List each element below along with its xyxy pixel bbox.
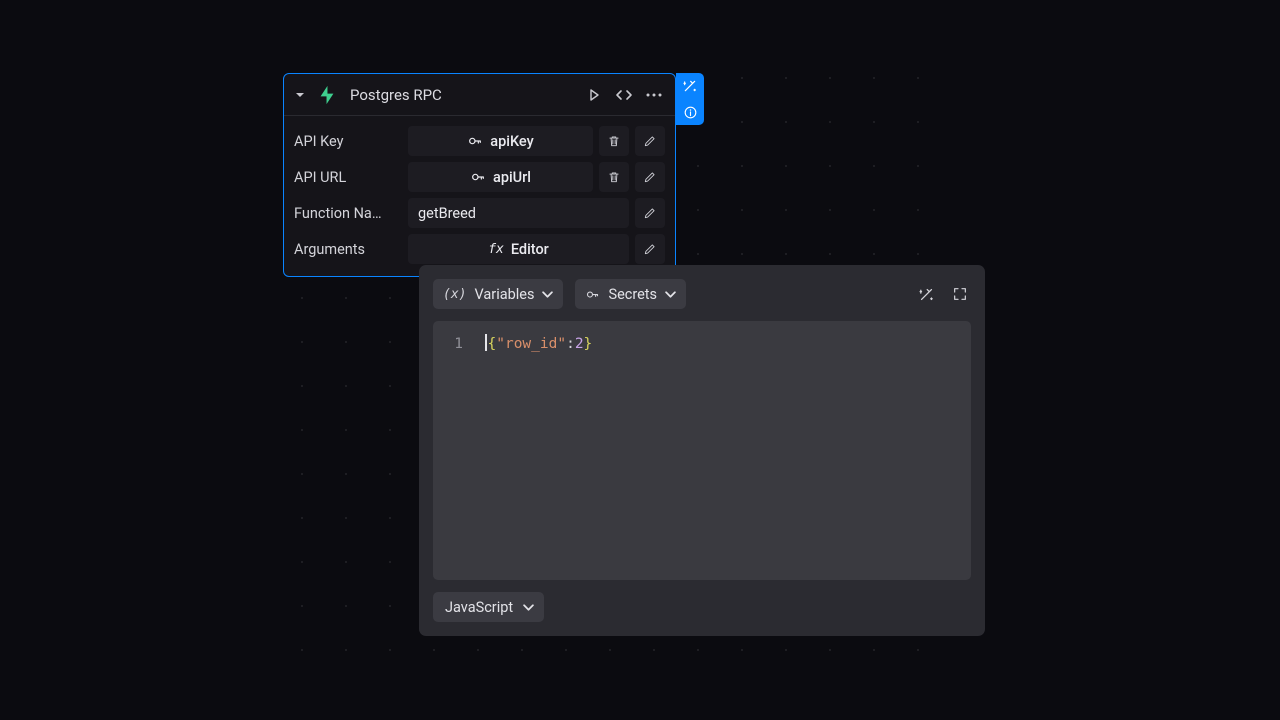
text-cursor [485, 334, 487, 351]
code-icon[interactable] [613, 84, 635, 106]
variables-label: Variables [474, 286, 534, 303]
field-label: Function Na… [294, 205, 402, 222]
play-icon[interactable] [583, 84, 605, 106]
info-icon[interactable] [676, 99, 704, 125]
edit-button[interactable] [635, 126, 665, 156]
magic-wand-icon[interactable] [676, 73, 704, 99]
field-value-api-url[interactable]: apiUrl [408, 162, 593, 192]
field-label: API URL [294, 169, 402, 186]
line-number: 1 [449, 333, 485, 355]
editor-toolbar: (x) Variables Secrets [433, 279, 971, 309]
key-icon [585, 287, 600, 302]
field-label: Arguments [294, 241, 402, 258]
field-row-function-name: Function Na… getBreed [294, 198, 665, 228]
field-value-arguments[interactable]: fx Editor [408, 234, 629, 264]
field-row-api-key: API Key apiKey [294, 126, 665, 156]
magic-wand-icon[interactable] [915, 283, 937, 305]
field-value-text: apiUrl [493, 169, 531, 186]
secrets-dropdown[interactable]: Secrets [575, 279, 686, 309]
field-label: API Key [294, 133, 402, 150]
field-value-text: apiKey [490, 133, 533, 150]
edit-button[interactable] [635, 198, 665, 228]
more-icon[interactable] [643, 84, 665, 106]
chevron-down-icon [542, 289, 553, 300]
chevron-down-icon [665, 289, 676, 300]
variable-icon: (x) [443, 287, 466, 302]
editor-popover: (x) Variables Secrets 1 {"row_id":2} [419, 265, 985, 636]
field-row-arguments: Arguments fx Editor [294, 234, 665, 264]
code-editor[interactable]: 1 {"row_id":2} [433, 321, 971, 580]
chevron-down-icon [523, 602, 534, 613]
language-label: JavaScript [445, 599, 513, 616]
key-icon [470, 169, 486, 185]
language-dropdown[interactable]: JavaScript [433, 592, 544, 622]
field-value-function-name[interactable]: getBreed [408, 198, 629, 228]
edit-button[interactable] [635, 234, 665, 264]
edit-button[interactable] [635, 162, 665, 192]
field-value-text: Editor [511, 241, 549, 258]
field-row-api-url: API URL apiUrl [294, 162, 665, 192]
fx-icon: fx [488, 242, 504, 257]
code-line: 1 {"row_id":2} [449, 333, 955, 355]
field-value-text: getBreed [418, 205, 476, 222]
node-side-actions [676, 73, 704, 125]
delete-button[interactable] [599, 162, 629, 192]
code-content: {"row_id":2} [485, 333, 592, 355]
variables-dropdown[interactable]: (x) Variables [433, 279, 563, 309]
secrets-label: Secrets [608, 286, 657, 303]
editor-footer: JavaScript [433, 592, 971, 622]
node-body: API Key apiKey API URL apiUrl [284, 116, 675, 276]
node-title: Postgres RPC [350, 86, 575, 104]
node-header: Postgres RPC [284, 74, 675, 116]
collapse-caret-icon[interactable] [292, 87, 308, 103]
key-icon [467, 133, 483, 149]
node-panel: Postgres RPC API Key apiKey [283, 73, 676, 277]
field-value-api-key[interactable]: apiKey [408, 126, 593, 156]
delete-button[interactable] [599, 126, 629, 156]
expand-icon[interactable] [949, 283, 971, 305]
supabase-logo-icon [316, 84, 338, 106]
